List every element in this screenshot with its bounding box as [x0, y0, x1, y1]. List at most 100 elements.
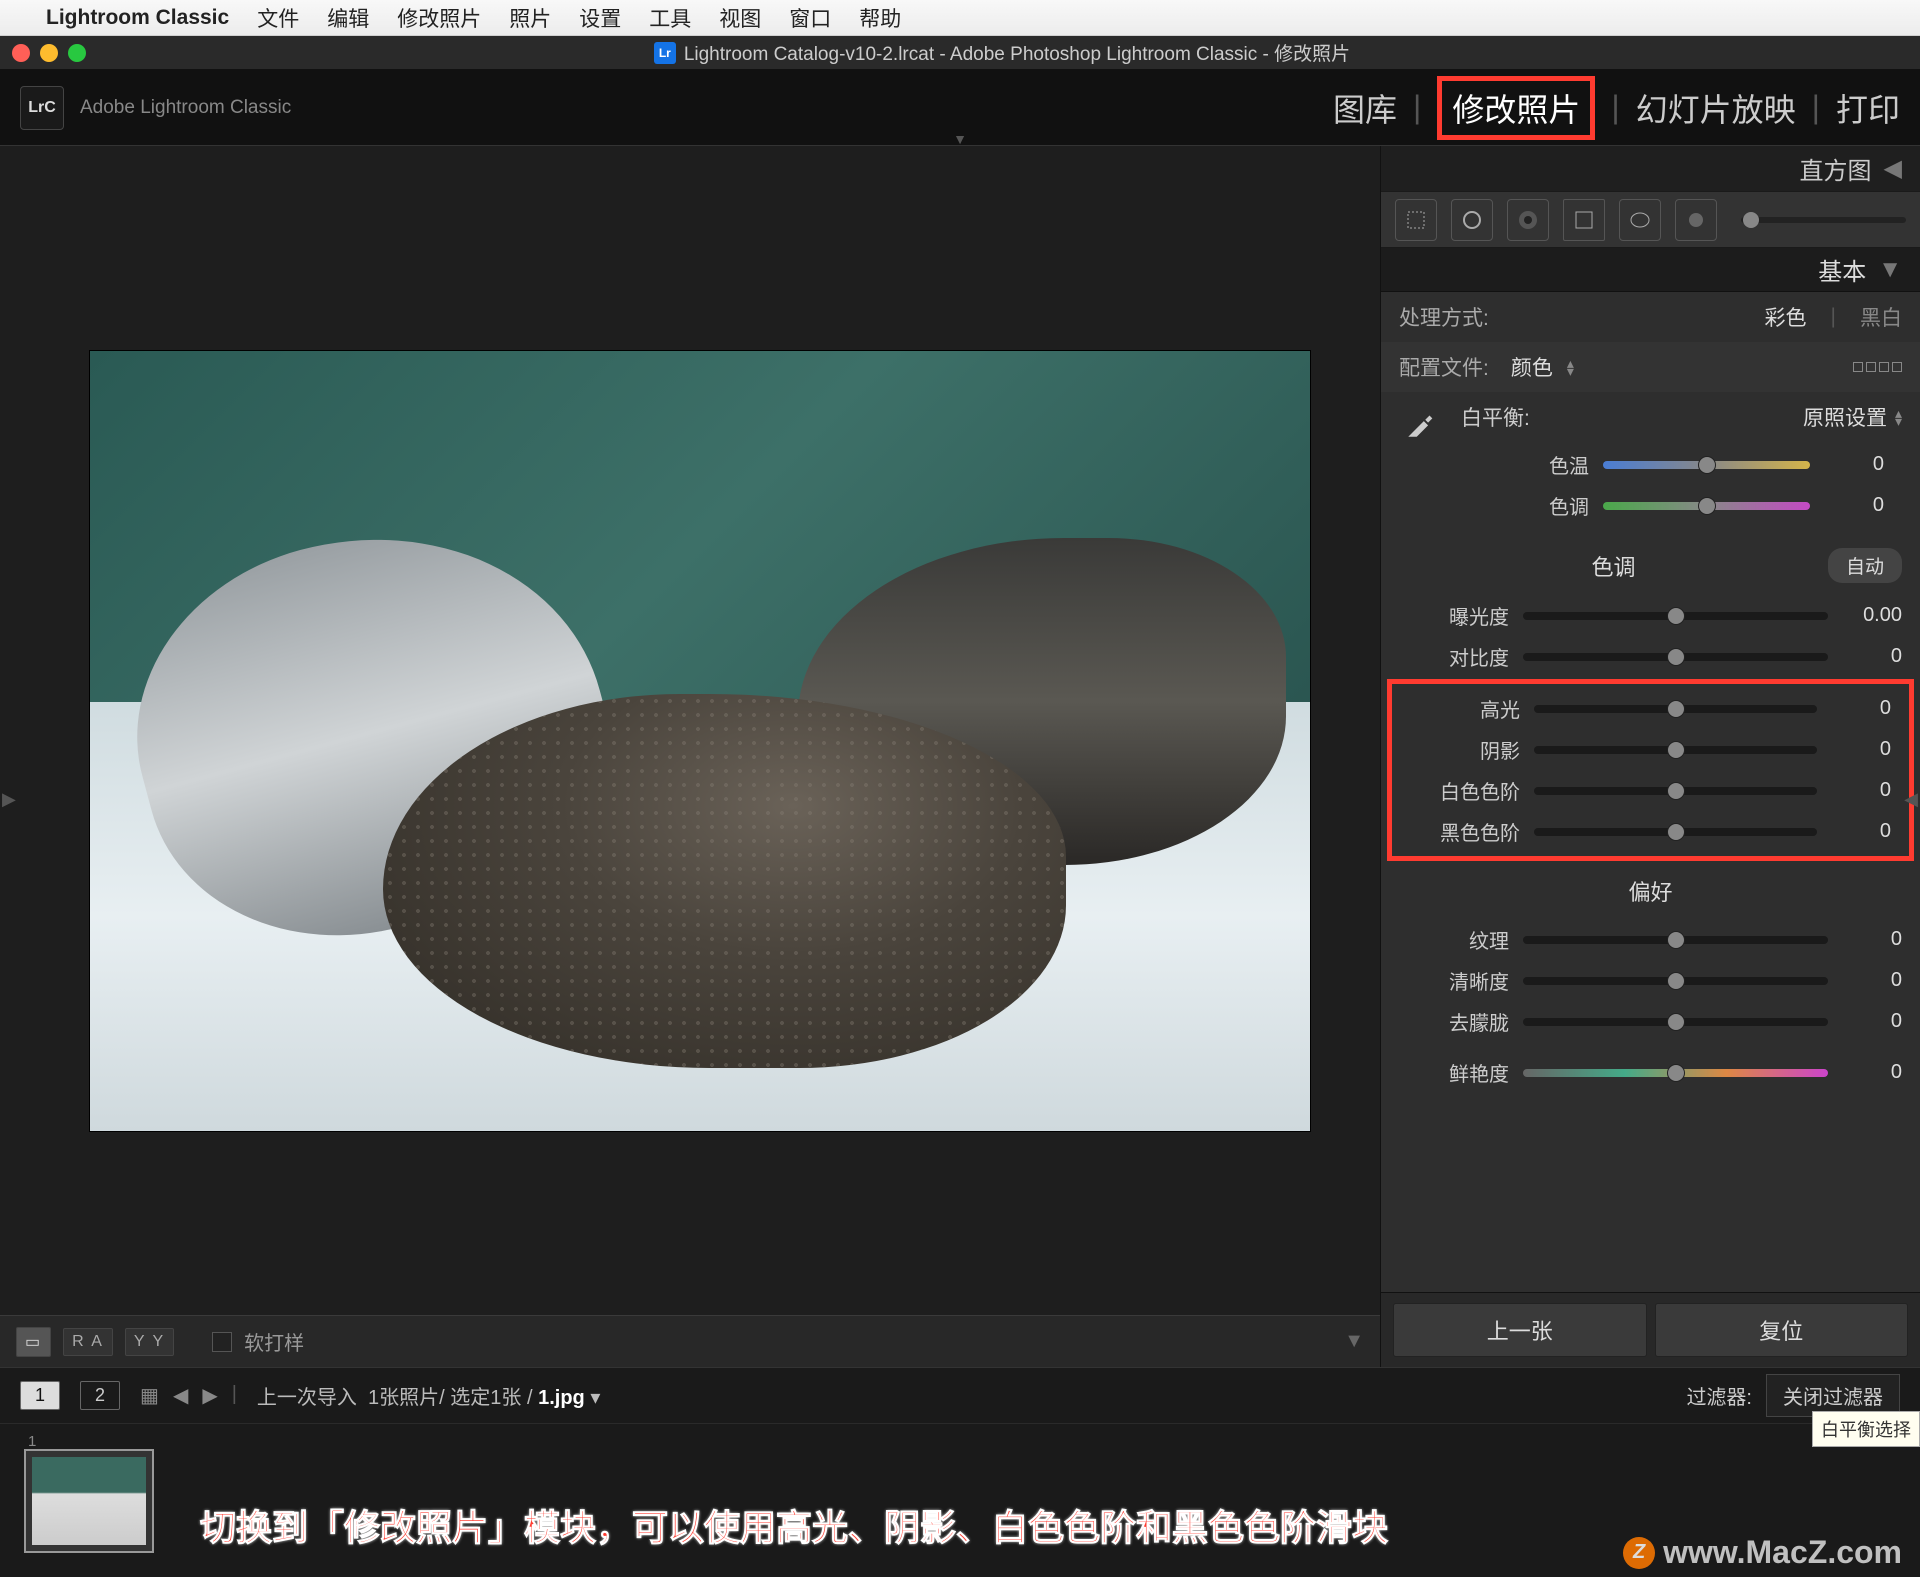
treatment-color[interactable]: 彩色	[1765, 302, 1807, 332]
profile-value[interactable]: 颜色	[1511, 352, 1553, 382]
redeye-tool-icon[interactable]	[1507, 199, 1549, 241]
contrast-value[interactable]: 0	[1842, 645, 1902, 668]
shadows-value[interactable]: 0	[1831, 738, 1891, 761]
next-photo-nav-icon[interactable]: ▶	[202, 1383, 217, 1408]
module-tabs: 图库 | 修改照片 | 幻灯片放映 | 打印	[1333, 76, 1900, 140]
radial-filter-tool-icon[interactable]	[1619, 199, 1661, 241]
histogram-label: 直方图	[1800, 151, 1872, 186]
expand-top-panel-icon[interactable]: ▼	[953, 131, 967, 147]
menubar-appname[interactable]: Lightroom Classic	[46, 6, 229, 30]
menu-settings[interactable]: 设置	[579, 3, 621, 33]
filmstrip-path[interactable]: 上一次导入 1张照片/ 选定1张 / 1.jpg ▾	[257, 1381, 600, 1410]
vibrance-slider[interactable]	[1523, 1069, 1828, 1077]
reset-button[interactable]: 复位	[1655, 1303, 1909, 1357]
shadows-slider[interactable]	[1534, 746, 1817, 754]
compare-view-ra-button[interactable]: R A	[63, 1328, 113, 1356]
brush-tool-icon[interactable]	[1675, 199, 1717, 241]
tab-library[interactable]: 图库	[1333, 85, 1397, 131]
graduated-filter-tool-icon[interactable]	[1563, 199, 1605, 241]
compare-view-yy-button[interactable]: Y Y	[125, 1328, 174, 1356]
exposure-value[interactable]: 0.00	[1842, 604, 1902, 627]
annotation-highlight-sliders: 高光 0 阴影 0 白色色阶 0 黑色色阶 0	[1387, 679, 1914, 861]
soft-proof-checkbox[interactable]	[212, 1332, 232, 1352]
menu-window[interactable]: 窗口	[789, 3, 831, 33]
tint-slider[interactable]	[1603, 502, 1810, 510]
filter-label: 过滤器:	[1686, 1381, 1752, 1410]
tab-print[interactable]: 打印	[1836, 85, 1900, 131]
thumb-index: 1	[28, 1433, 36, 1450]
collapse-icon: ◀	[1884, 154, 1902, 183]
tint-value[interactable]: 0	[1824, 494, 1884, 517]
contrast-slider[interactable]	[1523, 653, 1828, 661]
menu-photo[interactable]: 照片	[509, 3, 551, 33]
presence-title: 偏好	[1399, 875, 1902, 907]
exposure-label: 曝光度	[1399, 601, 1509, 630]
expand-left-panel-icon[interactable]: ▶	[2, 789, 16, 810]
wb-tooltip: 白平衡选择	[1812, 1411, 1920, 1447]
tab-slideshow[interactable]: 幻灯片放映	[1636, 85, 1796, 131]
highlights-slider[interactable]	[1534, 705, 1817, 713]
filmstrip-thumbnail[interactable]: 1	[24, 1449, 154, 1553]
mac-menubar: Lightroom Classic 文件 编辑 修改照片 照片 设置 工具 视图…	[0, 0, 1920, 36]
grid-view-icon[interactable]: ▦	[140, 1383, 159, 1408]
blacks-value[interactable]: 0	[1831, 820, 1891, 843]
secondary-display-2[interactable]: 2	[80, 1381, 120, 1410]
highlights-value[interactable]: 0	[1831, 697, 1891, 720]
tone-group-header: 色调 自动	[1381, 536, 1920, 595]
window-titlebar: Lr Lightroom Catalog-v10-2.lrcat - Adobe…	[0, 36, 1920, 70]
traffic-lights	[12, 44, 86, 62]
whites-label: 白色色阶	[1410, 776, 1520, 805]
temp-value[interactable]: 0	[1824, 453, 1884, 476]
wb-label: 白平衡:	[1461, 402, 1530, 432]
profile-browser-icon[interactable]	[1853, 362, 1902, 372]
maximize-window-button[interactable]	[68, 44, 86, 62]
texture-slider[interactable]	[1523, 936, 1828, 944]
loupe-view-button[interactable]: ▭	[16, 1327, 51, 1357]
toolbar-options-dropdown[interactable]: ▼	[1344, 1330, 1364, 1353]
menu-tools[interactable]: 工具	[649, 3, 691, 33]
develop-tools-strip	[1381, 192, 1920, 248]
dehaze-value[interactable]: 0	[1842, 1010, 1902, 1033]
lrc-badge-icon: LrC	[20, 86, 64, 130]
previous-photo-button[interactable]: 上一张	[1393, 1303, 1647, 1357]
histogram-panel-header[interactable]: 直方图 ◀	[1381, 146, 1920, 192]
expand-right-panel-icon[interactable]: ◀	[1904, 789, 1918, 810]
eyedropper-tool-icon[interactable]	[1399, 402, 1443, 446]
whites-value[interactable]: 0	[1831, 779, 1891, 802]
menu-view[interactable]: 视图	[719, 3, 761, 33]
basic-panel-header[interactable]: 基本 ▼	[1381, 248, 1920, 292]
menu-help[interactable]: 帮助	[859, 3, 901, 33]
profile-dropdown-icon[interactable]: ▴▾	[1567, 359, 1574, 375]
temp-slider[interactable]	[1603, 461, 1810, 469]
menu-edit[interactable]: 编辑	[327, 3, 369, 33]
right-panel: ◀ 直方图 ◀ 基本 ▼ 处理方式: 彩色 | 黑白	[1380, 146, 1920, 1367]
app-icon: Lr	[654, 42, 676, 64]
clarity-value[interactable]: 0	[1842, 969, 1902, 992]
profile-row: 配置文件: 颜色 ▴▾	[1381, 342, 1920, 392]
treatment-bw[interactable]: 黑白	[1860, 302, 1902, 332]
image-viewport[interactable]	[0, 146, 1380, 1315]
blacks-slider[interactable]	[1534, 828, 1817, 836]
menu-file[interactable]: 文件	[257, 3, 299, 33]
photo-preview[interactable]	[90, 351, 1310, 1131]
watermark: Z www.MacZ.com	[1623, 1534, 1902, 1571]
module-header: LrC Adobe Lightroom Classic 图库 | 修改照片 | …	[0, 70, 1920, 146]
crop-tool-icon[interactable]	[1395, 199, 1437, 241]
minimize-window-button[interactable]	[40, 44, 58, 62]
whites-slider[interactable]	[1534, 787, 1817, 795]
clarity-slider[interactable]	[1523, 977, 1828, 985]
presence-group-header: 偏好	[1381, 863, 1920, 919]
auto-tone-button[interactable]: 自动	[1828, 548, 1902, 583]
prev-photo-nav-icon[interactable]: ◀	[173, 1383, 188, 1408]
vibrance-value[interactable]: 0	[1842, 1061, 1902, 1084]
texture-value[interactable]: 0	[1842, 928, 1902, 951]
close-window-button[interactable]	[12, 44, 30, 62]
dehaze-slider[interactable]	[1523, 1018, 1828, 1026]
tab-develop[interactable]: 修改照片	[1452, 92, 1580, 128]
exposure-slider[interactable]	[1523, 612, 1828, 620]
wb-preset-dropdown[interactable]: 原照设置 ▴▾	[1803, 402, 1902, 432]
spot-removal-tool-icon[interactable]	[1451, 199, 1493, 241]
tool-size-slider[interactable]	[1741, 217, 1906, 223]
secondary-display-1[interactable]: 1	[20, 1381, 60, 1410]
menu-develop[interactable]: 修改照片	[397, 3, 481, 33]
